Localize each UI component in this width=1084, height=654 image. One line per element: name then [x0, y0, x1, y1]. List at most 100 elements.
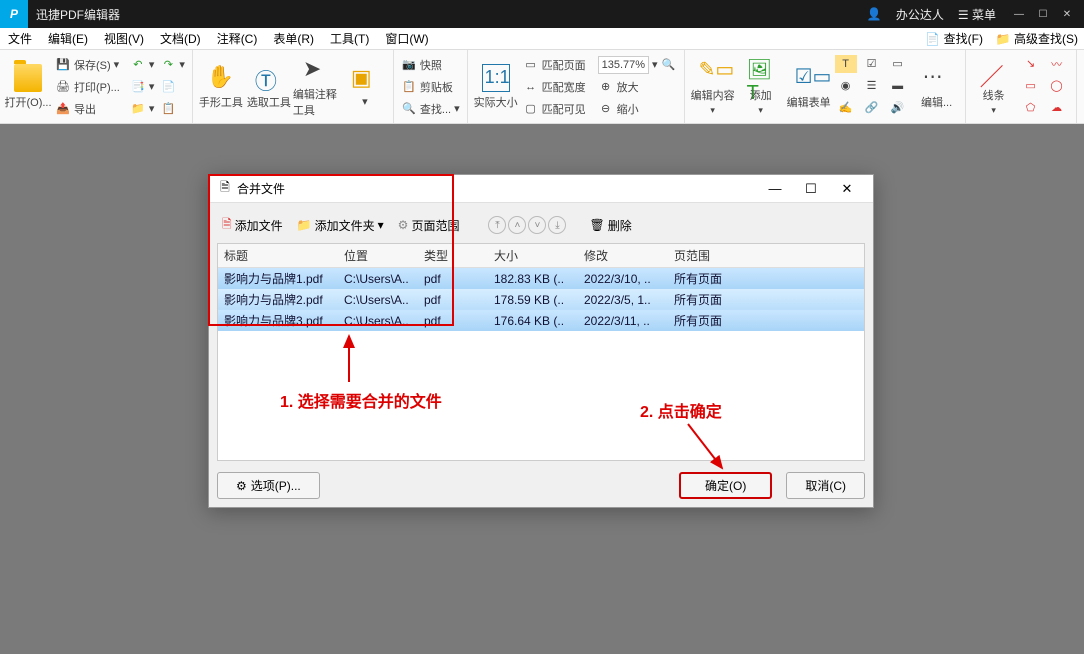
gear-icon: ⚙: [236, 479, 247, 493]
minimize-button[interactable]: —: [1010, 6, 1028, 22]
col-title[interactable]: 标题: [218, 244, 338, 268]
oval-icon[interactable]: ◯: [1046, 77, 1068, 95]
fit-visible-button[interactable]: ▢匹配可见: [520, 99, 589, 119]
edit-form-button[interactable]: ☑▭编辑表单: [785, 53, 833, 121]
plus-icon: ⊕: [598, 79, 614, 95]
table-row[interactable]: 影响力与品牌2.pdfC:\Users\A..pdf178.59 KB (..2…: [218, 289, 864, 310]
col-size[interactable]: 大小: [488, 244, 578, 268]
add-button[interactable]: 🖼T添加▾: [737, 53, 785, 121]
save-icon: 💾: [55, 57, 71, 73]
cell-range: 所有页面: [668, 289, 864, 310]
zoom-value[interactable]: 135.77%: [598, 56, 649, 74]
arrow-shape-icon[interactable]: ↘: [1020, 55, 1042, 73]
open-button[interactable]: 打开(O)...: [4, 53, 52, 121]
nav-down[interactable]: ˅: [528, 216, 546, 234]
menu-file[interactable]: 文件: [0, 28, 40, 50]
nav-up[interactable]: ˄: [508, 216, 526, 234]
cloud-icon[interactable]: ☁: [1046, 99, 1068, 117]
signature-button[interactable]: 👤签章▾: [1081, 53, 1084, 121]
tb-small-6[interactable]: 📋: [157, 99, 188, 119]
checkbox-icon[interactable]: ☑: [861, 55, 883, 73]
table-row[interactable]: 影响力与品牌3.pdfC:\Users\A..pdf176.64 KB (..2…: [218, 310, 864, 331]
menu-tools[interactable]: 工具(T): [322, 28, 377, 50]
menu-window[interactable]: 窗口(W): [377, 28, 436, 50]
menu-document[interactable]: 文档(D): [152, 28, 209, 50]
tb-small-2[interactable]: 📑▾: [127, 77, 158, 97]
list-icon[interactable]: ☰: [861, 77, 883, 95]
col-range[interactable]: 页范围: [668, 244, 864, 268]
polygon-icon[interactable]: ⬠: [1020, 99, 1042, 117]
clipboard-icon: 📋: [401, 79, 417, 95]
curve-icon[interactable]: 〰: [1046, 55, 1068, 73]
fit-page-button[interactable]: ▭匹配页面: [520, 55, 589, 75]
find-menu-item[interactable]: 📄查找(F): [919, 30, 989, 47]
hand-tool[interactable]: ✋手形工具: [197, 53, 245, 121]
nav-last[interactable]: ⤓: [548, 216, 566, 234]
edit-content-button[interactable]: ✎▭编辑内容▾: [689, 53, 737, 121]
sound-icon[interactable]: 🔊: [887, 99, 909, 117]
menu-edit[interactable]: 编辑(E): [40, 28, 96, 50]
cancel-button[interactable]: 取消(C): [786, 472, 865, 499]
line-tool[interactable]: ／线条▾: [970, 53, 1018, 121]
pdf-icon: 🗎: [222, 215, 232, 236]
dialog-titlebar[interactable]: 🗎 合并文件 — ☐ ✕: [209, 175, 873, 203]
delete-icon: 🗑: [589, 218, 604, 232]
search-icon: 🔍: [401, 101, 417, 117]
col-type[interactable]: 类型: [418, 244, 488, 268]
table-row[interactable]: 影响力与品牌1.pdfC:\Users\A..pdf182.83 KB (..2…: [218, 268, 864, 290]
user-icon[interactable]: 👤: [867, 7, 882, 21]
zoom-lens-icon[interactable]: 🔍: [661, 57, 677, 73]
cell-type: pdf: [418, 289, 488, 310]
text-select-icon: Ⓣ: [255, 64, 283, 92]
tb-small-5[interactable]: 📄: [157, 77, 188, 97]
file-list[interactable]: 标题 位置 类型 大小 修改 页范围 影响力与品牌1.pdfC:\Users\A…: [217, 243, 865, 461]
ok-button[interactable]: 确定(O): [679, 472, 772, 499]
select-tool[interactable]: Ⓣ选取工具: [245, 53, 293, 121]
adv-find-menu-item[interactable]: 📁高级查找(S): [989, 30, 1084, 47]
button-icon[interactable]: ▬: [887, 77, 909, 95]
find-button[interactable]: 🔍查找... ▾: [398, 99, 463, 119]
sig-field-icon[interactable]: ✍: [835, 99, 857, 117]
clipboard-button[interactable]: 📋剪贴板: [398, 77, 463, 97]
rect-icon[interactable]: ▭: [1020, 77, 1042, 95]
actual-size-button[interactable]: 1:1实际大小: [472, 53, 520, 121]
edit-more-button[interactable]: ⋯编辑...: [913, 53, 961, 121]
snapshot-button[interactable]: 📷快照: [398, 55, 463, 75]
close-button[interactable]: ✕: [1058, 6, 1076, 22]
folder-plus-icon: 📁: [297, 218, 312, 232]
page-range-button[interactable]: ⚙页面范围: [393, 215, 465, 236]
tb-small-3[interactable]: 📁▾: [127, 99, 158, 119]
menu-button[interactable]: ☰ 菜单: [958, 6, 996, 23]
dialog-close[interactable]: ✕: [829, 181, 865, 197]
add-folder-button[interactable]: 📁添加文件夹 ▾: [292, 215, 389, 236]
zoom-in-button[interactable]: ⊕放大: [595, 77, 680, 97]
cell-size: 182.83 KB (..: [488, 268, 578, 290]
menu-form[interactable]: 表单(R): [265, 28, 322, 50]
col-modified[interactable]: 修改: [578, 244, 668, 268]
dialog-minimize[interactable]: —: [757, 181, 793, 196]
zoom-out-button[interactable]: ⊖缩小: [595, 99, 680, 119]
annot-select-tool[interactable]: ▣▾: [341, 53, 389, 121]
add-file-button[interactable]: 🗎添加文件: [217, 213, 288, 238]
cell-location: C:\Users\A..: [338, 289, 418, 310]
export-button[interactable]: 📤导出: [52, 99, 123, 119]
maximize-button[interactable]: ☐: [1034, 6, 1052, 22]
print-button[interactable]: 🖨打印(P)...: [52, 77, 123, 97]
nav-first[interactable]: ⤒: [488, 216, 506, 234]
text-field-icon[interactable]: T: [835, 55, 857, 73]
user-name[interactable]: 办公达人: [896, 6, 944, 23]
fit-width-button[interactable]: ↔匹配宽度: [520, 77, 589, 97]
delete-button[interactable]: 🗑删除: [584, 215, 636, 236]
tb-small-4[interactable]: ↷▾: [157, 55, 188, 75]
dialog-maximize[interactable]: ☐: [793, 181, 829, 197]
annot-cursor[interactable]: ➤编辑注释工具: [293, 53, 341, 121]
save-button[interactable]: 💾保存(S) ▾: [52, 55, 123, 75]
combo-icon[interactable]: ▭: [887, 55, 909, 73]
link-icon[interactable]: 🔗: [861, 99, 883, 117]
menu-comment[interactable]: 注释(C): [209, 28, 266, 50]
menu-view[interactable]: 视图(V): [96, 28, 152, 50]
options-button[interactable]: ⚙选项(P)...: [217, 472, 320, 499]
tb-small-1[interactable]: ↶▾: [127, 55, 158, 75]
col-location[interactable]: 位置: [338, 244, 418, 268]
radio-icon[interactable]: ◉: [835, 77, 857, 95]
